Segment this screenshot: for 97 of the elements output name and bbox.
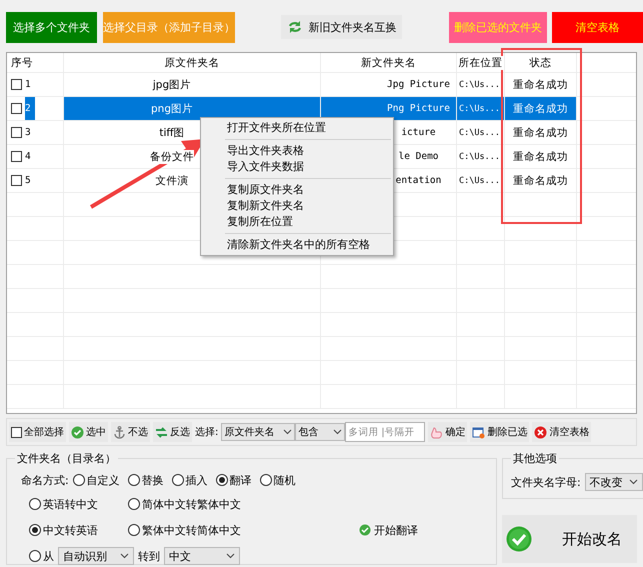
check-circle-icon bbox=[506, 526, 532, 552]
table-cell: 重命名成功 bbox=[513, 126, 568, 140]
radio-button[interactable] bbox=[128, 524, 140, 536]
action-button[interactable]: 选择多个文件夹 bbox=[6, 12, 97, 43]
table-cell: 重命名成功 bbox=[513, 102, 568, 116]
field-label: 转到 bbox=[138, 548, 160, 564]
dropdown[interactable]: 不改变 bbox=[584, 473, 643, 491]
table-cell: le Demo bbox=[398, 151, 439, 162]
table-cell: entation bbox=[396, 175, 442, 186]
refresh-icon bbox=[286, 20, 303, 34]
filter-label: 选择: bbox=[195, 426, 218, 439]
group-title: 其他选项 bbox=[512, 451, 558, 466]
radio-label: 自定义 bbox=[86, 472, 120, 488]
radio-button[interactable] bbox=[29, 550, 41, 562]
table-cell: C:\Us... bbox=[459, 176, 500, 186]
table-cell: tiff图 bbox=[159, 126, 185, 140]
table-cell: C:\Us... bbox=[459, 152, 500, 162]
radio-button[interactable] bbox=[29, 524, 41, 536]
arrows-icon bbox=[155, 426, 168, 438]
radio-button[interactable] bbox=[128, 474, 140, 486]
close-icon bbox=[534, 426, 548, 438]
check-circle-icon bbox=[71, 426, 84, 438]
menu-item[interactable]: 复制新文件夹名 bbox=[201, 198, 393, 214]
column-header: 原文件夹名 bbox=[164, 56, 220, 70]
table-cell: C:\Us... bbox=[459, 128, 500, 138]
table-cell: icture bbox=[401, 127, 436, 138]
menu-item[interactable]: 复制原文件夹名 bbox=[201, 182, 393, 198]
checkbox[interactable] bbox=[11, 175, 22, 186]
radio-button[interactable] bbox=[29, 498, 41, 510]
chevron-down-icon bbox=[120, 553, 129, 559]
dropdown[interactable]: 自动识别 bbox=[58, 547, 134, 565]
radio-label: 中文转英语 bbox=[43, 522, 98, 538]
dropdown[interactable]: 包含 bbox=[295, 423, 346, 441]
radio-button[interactable] bbox=[128, 498, 140, 510]
table-cell: 重命名成功 bbox=[513, 78, 568, 92]
field-label: 文件夹名字母: bbox=[511, 474, 581, 490]
checkbox[interactable] bbox=[11, 151, 22, 162]
swap-button[interactable]: 新旧文件夹名互换 bbox=[281, 15, 402, 39]
column-header: 新文件夹名 bbox=[361, 56, 416, 70]
checkbox[interactable] bbox=[11, 426, 22, 438]
radio-button[interactable] bbox=[216, 474, 228, 486]
anchor-icon bbox=[113, 426, 126, 438]
table-cell: png图片 bbox=[151, 102, 193, 116]
radio-label: 英语转中文 bbox=[43, 496, 98, 512]
radio-label: 替换 bbox=[142, 472, 164, 488]
table-cell: Png Picture bbox=[387, 103, 450, 114]
dropdown[interactable]: 原文件夹名 bbox=[221, 423, 296, 441]
chevron-down-icon bbox=[333, 429, 342, 435]
toolbar-button[interactable]: 确定 bbox=[428, 422, 468, 442]
dropdown[interactable]: 中文 bbox=[164, 547, 240, 565]
column-header: 序号 bbox=[11, 56, 33, 70]
start-translate-button[interactable]: 开始翻译 bbox=[359, 522, 418, 538]
start-rename-button[interactable]: 开始改名 bbox=[502, 515, 637, 563]
chevron-down-icon bbox=[226, 553, 235, 559]
column-header: 状态 bbox=[530, 56, 552, 70]
toolbar-button[interactable]: 选中 bbox=[69, 422, 108, 442]
toolbar-button[interactable]: 不选 bbox=[111, 422, 150, 442]
table-cell: 2 bbox=[25, 97, 35, 120]
table-cell: 文件演 bbox=[156, 174, 188, 188]
action-button[interactable]: 清空表格 bbox=[552, 12, 643, 43]
table-cell: C:\Us... bbox=[459, 80, 500, 90]
check-circle-icon bbox=[359, 524, 371, 536]
table-cell: 备份文件 bbox=[150, 150, 194, 164]
menu-item[interactable]: 导出文件夹表格 bbox=[201, 143, 393, 159]
checkbox[interactable] bbox=[11, 127, 22, 138]
radio-button[interactable] bbox=[72, 474, 85, 486]
window-icon bbox=[472, 426, 486, 438]
chevron-down-icon bbox=[628, 479, 638, 485]
hand-icon bbox=[430, 426, 444, 438]
table-cell: jpg图片 bbox=[152, 78, 192, 92]
radio-label: 繁体中文转简体中文 bbox=[142, 522, 241, 538]
table-cell: Jpg Picture bbox=[387, 79, 450, 90]
toolbar-button[interactable]: 反选 bbox=[153, 422, 192, 442]
menu-item[interactable]: 打开文件夹所在位置 bbox=[201, 120, 393, 136]
radio-label: 翻译 bbox=[230, 472, 252, 488]
chevron-down-icon bbox=[283, 429, 292, 435]
toolbar-button[interactable]: 删除已选 bbox=[470, 422, 530, 442]
radio-button[interactable] bbox=[172, 474, 184, 486]
menu-item[interactable]: 导入文件夹数据 bbox=[201, 159, 393, 175]
filter-field[interactable]: 多词用 |号隔开 bbox=[345, 422, 426, 442]
column-header: 所在位置 bbox=[458, 56, 502, 70]
group-title: 文件夹名（目录名） bbox=[16, 451, 117, 466]
table-cell: 重命名成功 bbox=[513, 150, 568, 164]
toolbar-button[interactable]: 清空表格 bbox=[532, 422, 592, 442]
radio-label: 从 bbox=[43, 548, 54, 564]
radio-label: 插入 bbox=[186, 472, 208, 488]
checkbox-label: 全部选择 bbox=[24, 426, 64, 439]
menu-item[interactable]: 清除新文件夹名中的所有空格 bbox=[201, 237, 393, 253]
radio-label: 简体中文转繁体中文 bbox=[142, 496, 241, 512]
table-cell: 重命名成功 bbox=[513, 174, 568, 188]
checkbox[interactable] bbox=[11, 79, 22, 90]
radio-button[interactable] bbox=[260, 474, 272, 486]
field-label: 命名方式: bbox=[21, 472, 69, 488]
radio-label: 随机 bbox=[274, 472, 296, 488]
checkbox[interactable] bbox=[11, 103, 22, 114]
menu-item[interactable]: 复制所在位置 bbox=[201, 214, 393, 230]
table-cell: C:\Us... bbox=[459, 104, 500, 114]
